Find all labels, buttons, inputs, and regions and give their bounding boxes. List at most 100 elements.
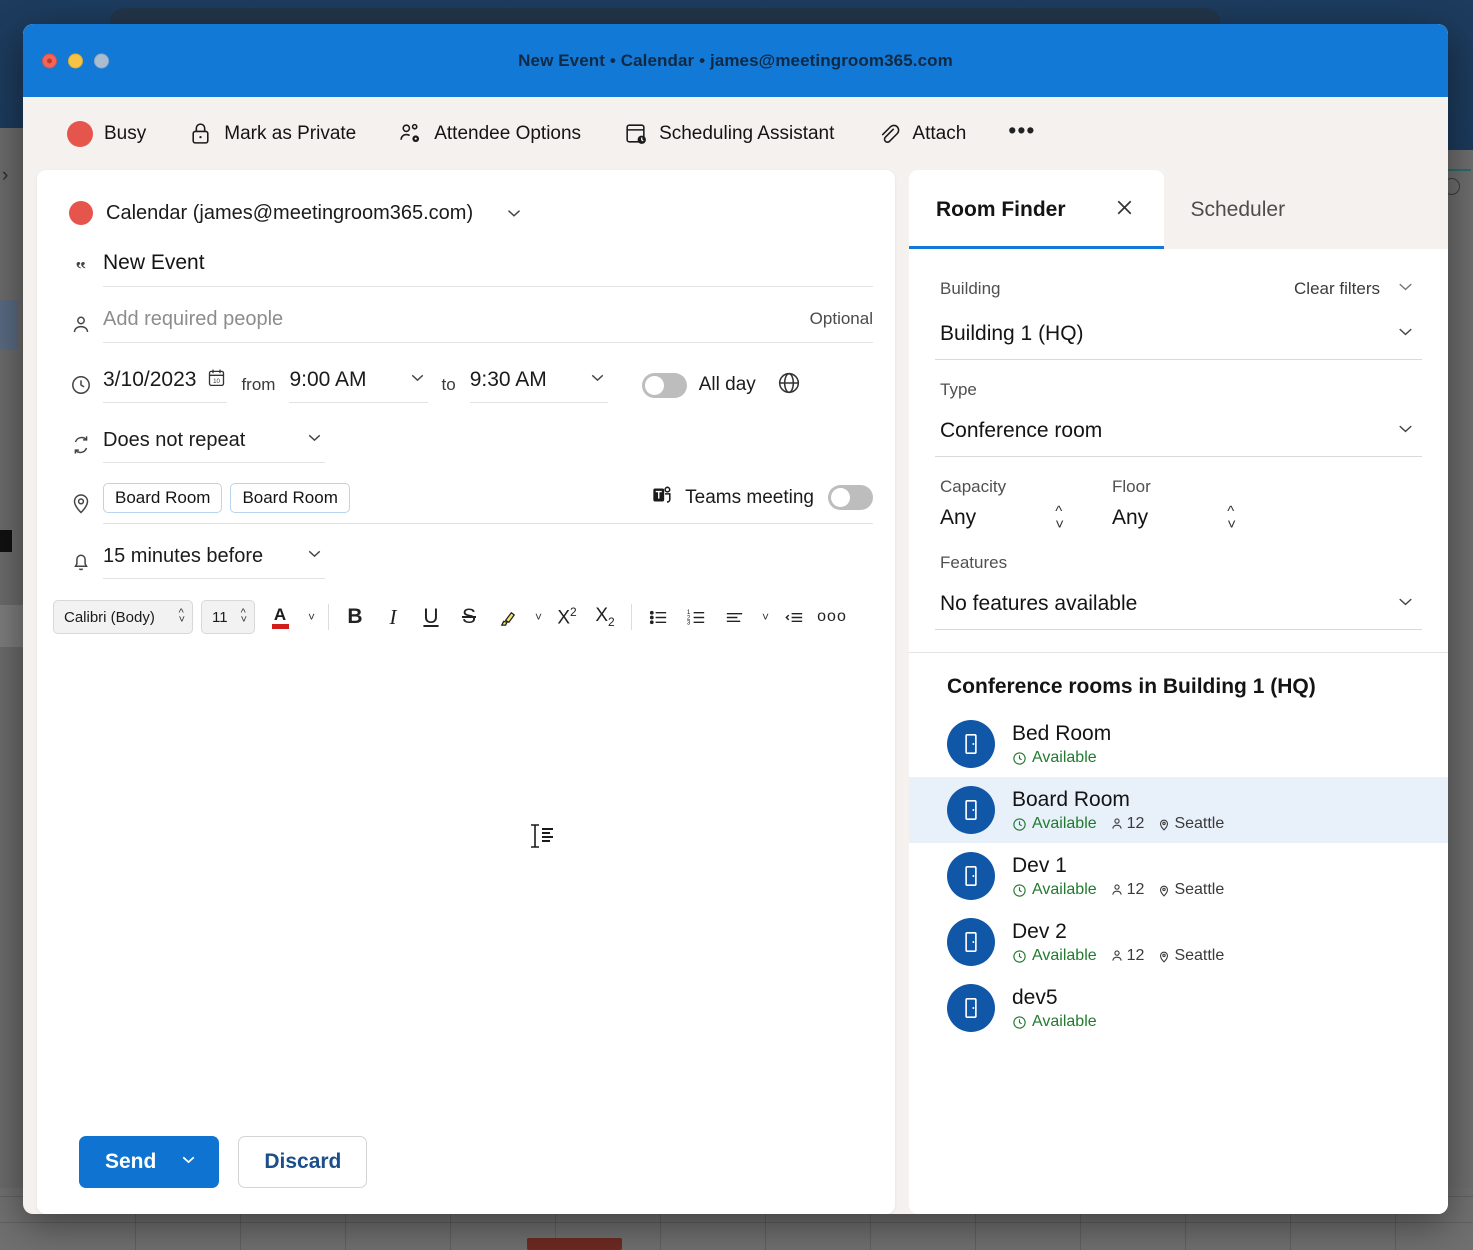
close-icon[interactable] bbox=[1112, 195, 1137, 225]
minimize-window-button[interactable] bbox=[68, 53, 83, 68]
all-day-toggle[interactable] bbox=[641, 372, 687, 398]
font-size-select[interactable]: 11 ^ ˅ bbox=[201, 600, 255, 634]
send-button[interactable]: Send bbox=[79, 1136, 220, 1188]
room-capacity: 12 bbox=[1110, 815, 1144, 833]
numbered-list-button[interactable]: 1 2 3 bbox=[677, 600, 715, 634]
people-settings-icon bbox=[398, 121, 423, 146]
stepper-icon[interactable]: ^ ˅ bbox=[179, 608, 185, 626]
teams-icon bbox=[649, 482, 675, 513]
room-meta: Available bbox=[1012, 1013, 1097, 1031]
more-options-button[interactable]: ••• bbox=[1008, 118, 1051, 149]
clear-filters-button[interactable]: Clear filters bbox=[1294, 279, 1380, 299]
floor-stepper[interactable]: ^ ˅ bbox=[1227, 504, 1236, 532]
capacity-label: Capacity bbox=[940, 477, 1007, 496]
chevron-down-icon[interactable] bbox=[304, 543, 325, 569]
tab-scheduler[interactable]: Scheduler bbox=[1164, 170, 1313, 249]
stepper-icon[interactable]: ^ ˅ bbox=[241, 608, 247, 626]
room-list-item[interactable]: dev5 Available bbox=[909, 975, 1448, 1041]
bulleted-list-button[interactable] bbox=[639, 600, 677, 634]
optional-toggle-link[interactable]: Optional bbox=[810, 309, 873, 329]
room-status: Available bbox=[1032, 947, 1097, 965]
repeat-row[interactable]: Does not repeat bbox=[37, 416, 895, 474]
floor-label: Floor bbox=[1112, 477, 1151, 496]
location-pin-icon bbox=[59, 491, 103, 515]
font-color-button[interactable]: A bbox=[261, 600, 299, 634]
teams-meeting-toggle[interactable] bbox=[828, 485, 873, 510]
chevron-down-icon[interactable] bbox=[587, 367, 608, 393]
tab-room-finder[interactable]: Room Finder bbox=[909, 170, 1164, 249]
svg-text:10: 10 bbox=[214, 378, 221, 385]
location-chip[interactable]: Board Room bbox=[230, 482, 350, 513]
event-title-input[interactable]: New Event bbox=[103, 251, 205, 274]
all-day-label: All day bbox=[698, 374, 756, 395]
chevron-down-icon[interactable] bbox=[304, 427, 325, 453]
bold-button[interactable]: B bbox=[336, 600, 374, 634]
font-color-dropdown[interactable]: ˅ bbox=[299, 600, 321, 634]
event-title-row[interactable]: ‟ New Event bbox=[37, 242, 895, 296]
required-people-input[interactable]: Add required people bbox=[103, 308, 810, 331]
expand-chevron-icon[interactable]: › bbox=[2, 165, 8, 187]
chevron-down-icon[interactable] bbox=[1394, 590, 1417, 618]
room-meta: Available 12 Seattle bbox=[1012, 947, 1224, 965]
indent-button[interactable] bbox=[775, 600, 813, 634]
type-label: Type bbox=[940, 380, 977, 399]
repeat-field[interactable]: Does not repeat bbox=[103, 427, 325, 463]
font-family-select[interactable]: Calibri (Body) ^ ˅ bbox=[53, 600, 193, 634]
room-status: Available bbox=[1032, 1013, 1097, 1031]
attendee-options-label: Attendee Options bbox=[434, 122, 582, 144]
chevron-down-icon[interactable] bbox=[407, 367, 428, 393]
align-dropdown[interactable]: ˅ bbox=[753, 600, 775, 634]
reminder-row[interactable]: 15 minutes before bbox=[37, 532, 895, 590]
type-select[interactable]: Conference room bbox=[935, 412, 1422, 457]
align-button[interactable] bbox=[715, 600, 753, 634]
capacity-stepper[interactable]: ^ ˅ bbox=[1055, 504, 1064, 532]
mark-as-private-button[interactable]: Mark as Private bbox=[188, 115, 372, 152]
window-titlebar: New Event • Calendar • james@meetingroom… bbox=[23, 24, 1448, 97]
floor-stepper-value[interactable]: Any bbox=[1112, 506, 1148, 530]
scheduling-assistant-button[interactable]: Scheduling Assistant bbox=[623, 115, 850, 152]
start-time-field[interactable]: 9:00 AM bbox=[289, 367, 428, 403]
features-select[interactable]: No features available bbox=[935, 585, 1422, 630]
capacity-stepper-value[interactable]: Any bbox=[940, 506, 976, 530]
italic-button[interactable]: I bbox=[374, 600, 412, 634]
globe-icon[interactable] bbox=[776, 370, 802, 401]
busy-status-button[interactable]: Busy bbox=[67, 115, 162, 153]
room-list-item[interactable]: Bed Room Available bbox=[909, 711, 1448, 777]
calendar-selector-row[interactable]: Calendar (james@meetingroom365.com) bbox=[37, 184, 895, 242]
highlight-button[interactable] bbox=[488, 600, 526, 634]
chevron-down-icon[interactable] bbox=[1394, 320, 1417, 348]
calendar-picker-icon[interactable]: 10 bbox=[206, 367, 227, 393]
date-field[interactable]: 3/10/2023 10 bbox=[103, 367, 228, 403]
chevron-down-icon[interactable] bbox=[503, 202, 525, 224]
room-list-item[interactable]: Dev 2 Available 12 Seattle bbox=[909, 909, 1448, 975]
event-body-editor[interactable] bbox=[37, 642, 895, 1136]
date-value: 3/10/2023 bbox=[103, 368, 197, 391]
attach-button[interactable]: Attach bbox=[876, 115, 982, 152]
discard-button[interactable]: Discard bbox=[238, 1136, 368, 1188]
to-label: to bbox=[441, 375, 456, 394]
zoom-window-button[interactable] bbox=[94, 53, 109, 68]
close-window-button[interactable] bbox=[42, 53, 57, 68]
more-formatting-button[interactable]: ooo bbox=[813, 600, 851, 634]
room-list-item[interactable]: Dev 1 Available 12 Seattle bbox=[909, 843, 1448, 909]
from-label: from bbox=[241, 375, 276, 394]
highlight-dropdown[interactable]: ˅ bbox=[526, 600, 548, 634]
strikethrough-button[interactable]: S bbox=[450, 600, 488, 634]
chevron-down-icon[interactable] bbox=[1394, 275, 1417, 303]
chevron-down-icon[interactable] bbox=[178, 1149, 199, 1176]
required-people-row[interactable]: Add required people Optional bbox=[37, 296, 895, 354]
attendee-options-button[interactable]: Attendee Options bbox=[398, 115, 597, 152]
reminder-field[interactable]: 15 minutes before bbox=[103, 543, 325, 579]
end-time-field[interactable]: 9:30 AM bbox=[469, 367, 608, 403]
chevron-down-icon[interactable] bbox=[1394, 417, 1417, 445]
superscript-button[interactable]: X2 bbox=[548, 600, 586, 634]
underline-button[interactable]: U bbox=[412, 600, 450, 634]
location-chip[interactable]: Board Room bbox=[103, 482, 223, 513]
features-value: No features available bbox=[940, 592, 1138, 615]
room-meta: Available bbox=[1012, 749, 1111, 767]
scheduling-assistant-label: Scheduling Assistant bbox=[659, 122, 835, 144]
building-select[interactable]: Building 1 (HQ) bbox=[935, 315, 1422, 360]
room-list-item[interactable]: Board Room Available 12 Seattle bbox=[909, 777, 1448, 843]
subscript-button[interactable]: X2 bbox=[586, 600, 624, 634]
room-location: Seattle bbox=[1157, 815, 1224, 833]
